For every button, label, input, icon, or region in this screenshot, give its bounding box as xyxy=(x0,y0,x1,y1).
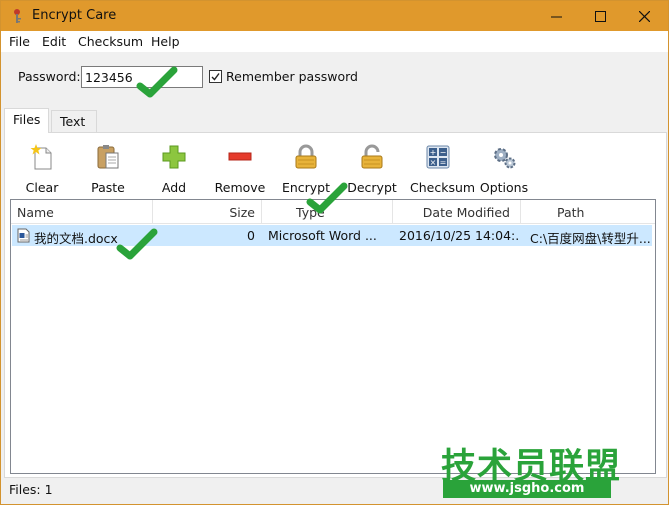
add-icon xyxy=(162,145,186,169)
status-text: Files: 1 xyxy=(9,482,53,497)
remove-button[interactable]: Remove xyxy=(212,143,268,195)
green-check-icon xyxy=(116,228,158,260)
remember-password-checkbox[interactable]: Remember password xyxy=(209,69,358,84)
checksum-label: Checksum xyxy=(410,180,476,195)
column-date-label: Date Modified xyxy=(422,205,510,220)
calculator-icon: + − × = xyxy=(426,145,450,169)
password-row: Password: Remember password xyxy=(1,52,668,102)
paste-icon xyxy=(97,145,119,169)
close-button[interactable] xyxy=(622,1,666,31)
unlock-icon xyxy=(361,144,383,169)
word-document-icon xyxy=(17,228,30,243)
maximize-icon xyxy=(594,10,606,22)
clear-label: Clear xyxy=(25,180,59,195)
remember-password-label: Remember password xyxy=(226,69,358,84)
close-icon xyxy=(638,10,650,22)
svg-text:=: = xyxy=(440,158,447,167)
app-window: Encrypt Care File Edit Checksum Help Pas… xyxy=(0,0,669,505)
file-path: C:\百度网盘\转型升... xyxy=(530,231,651,246)
column-date-modified[interactable]: Date Modified xyxy=(393,200,521,224)
options-button[interactable]: Options xyxy=(476,143,532,195)
svg-text:−: − xyxy=(440,148,447,157)
window-title: Encrypt Care xyxy=(32,8,117,23)
green-check-icon xyxy=(136,66,178,98)
menu-file[interactable]: File xyxy=(9,34,30,49)
lock-icon xyxy=(295,144,317,169)
column-size-label: Size xyxy=(229,205,255,220)
gears-icon xyxy=(494,148,516,169)
paste-button[interactable]: Paste xyxy=(80,143,136,195)
menu-help[interactable]: Help xyxy=(151,34,180,49)
clear-icon xyxy=(30,144,52,170)
file-date-modified: 2016/10/25 14:04:... xyxy=(399,228,519,243)
column-path-label: Path xyxy=(557,205,585,220)
watermark-url: www.jsgho.com xyxy=(443,480,611,498)
checkmark-icon xyxy=(211,73,220,81)
remove-label: Remove xyxy=(214,180,266,195)
decrypt-button[interactable]: Decrypt xyxy=(344,143,400,195)
paste-label: Paste xyxy=(91,180,125,195)
watermark-logo: 技术员联盟 www.jsgho.com xyxy=(439,438,667,502)
minimize-button[interactable] xyxy=(534,1,578,31)
tab-text-label: Text xyxy=(60,114,86,129)
title-bar[interactable]: Encrypt Care xyxy=(1,1,668,31)
minimize-icon xyxy=(550,16,562,17)
options-label: Options xyxy=(479,180,529,195)
maximize-button[interactable] xyxy=(578,1,622,31)
file-list[interactable]: Name Size Type Date Modified Path 我的文档.d… xyxy=(10,199,656,474)
remove-icon xyxy=(228,152,252,161)
tab-files[interactable]: Files xyxy=(4,108,49,133)
checkbox-box[interactable] xyxy=(209,70,222,83)
menu-bar: File Edit Checksum Help xyxy=(1,31,668,52)
table-row[interactable]: 我的文档.docx 0 Microsoft Word ... 2016/10/2… xyxy=(12,225,652,246)
menu-edit[interactable]: Edit xyxy=(42,34,66,49)
file-size: 0 xyxy=(247,228,255,243)
column-size[interactable]: Size xyxy=(153,200,262,224)
app-icon xyxy=(14,9,21,23)
tab-files-label: Files xyxy=(13,112,41,127)
checksum-button[interactable]: + − × = Checksum xyxy=(410,143,476,195)
password-label: Password: xyxy=(18,69,81,84)
column-path[interactable]: Path xyxy=(521,200,655,224)
clear-button[interactable]: Clear xyxy=(14,143,70,195)
tab-text[interactable]: Text xyxy=(51,110,97,132)
add-label: Add xyxy=(161,180,187,195)
menu-checksum[interactable]: Checksum xyxy=(78,34,143,49)
add-button[interactable]: Add xyxy=(146,143,202,195)
svg-text:×: × xyxy=(430,158,437,167)
svg-text:+: + xyxy=(430,148,437,157)
green-check-icon xyxy=(306,182,348,214)
column-name[interactable]: Name xyxy=(11,200,153,224)
file-type: Microsoft Word ... xyxy=(268,228,377,243)
column-name-label: Name xyxy=(17,205,54,220)
decrypt-label: Decrypt xyxy=(347,180,397,195)
